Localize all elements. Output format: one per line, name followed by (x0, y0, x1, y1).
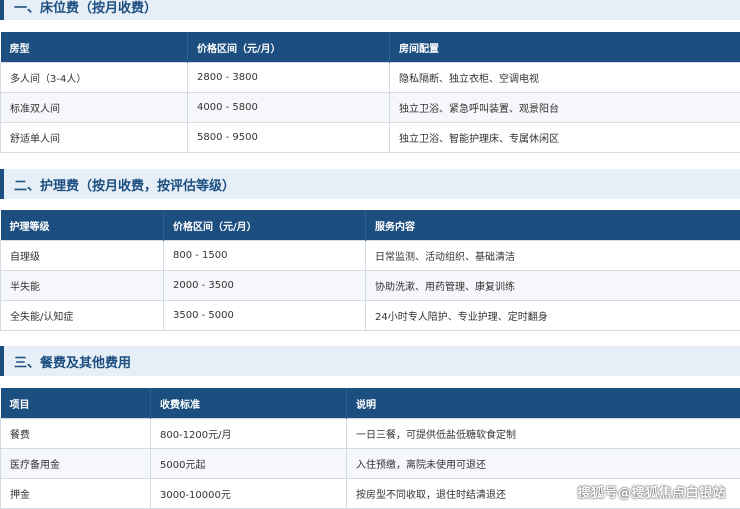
column-header: 房间配置 (390, 32, 740, 63)
section-title-text: 三、餐费及其他费用 (14, 352, 131, 371)
table-row: 自理级 800 - 1500 日常监测、活动组织、基础清洁 (1, 241, 740, 271)
table-cell: 800 - 1500 (164, 241, 366, 271)
table-row: 医疗备用金 5000元起 入住预缴，离院未使用可退还 (1, 449, 740, 479)
column-header: 护理等级 (1, 210, 164, 241)
table-cell: 半失能 (1, 271, 164, 301)
table-cell: 4000 - 5800 (188, 93, 390, 123)
table-cell: 日常监测、活动组织、基础清洁 (366, 241, 740, 271)
bed-fee-table: 房型 价格区间（元/月） 房间配置 多人间（3-4人） 2800 - 3800 … (0, 32, 740, 153)
care-fee-table: 护理等级 价格区间（元/月） 服务内容 自理级 800 - 1500 日常监测、… (0, 210, 740, 331)
table-cell: 独立卫浴、紧急呼叫装置、观景阳台 (390, 93, 740, 123)
column-header: 房型 (1, 32, 188, 63)
table-cell: 隐私隔断、独立衣柜、空调电视 (390, 63, 740, 93)
table-row: 舒适单人间 5800 - 9500 独立卫浴、智能护理床、专属休闲区 (1, 123, 740, 153)
table-header-row: 项目 收费标准 说明 (1, 388, 740, 419)
table-row: 全失能/认知症 3500 - 5000 24小时专人陪护、专业护理、定时翻身 (1, 301, 740, 331)
section-title-bed-fee: 一、床位费（按月收费） (0, 0, 740, 20)
table-row: 餐费 800-1200元/月 一日三餐，可提供低盐低糖软食定制 (1, 419, 740, 449)
table-row: 半失能 2000 - 3500 协助洗漱、用药管理、康复训练 (1, 271, 740, 301)
table-cell: 标准双人间 (1, 93, 188, 123)
table-cell: 全失能/认知症 (1, 301, 164, 331)
table-cell: 3500 - 5000 (164, 301, 366, 331)
table-cell: 舒适单人间 (1, 123, 188, 153)
column-header: 项目 (1, 388, 151, 419)
column-header: 服务内容 (366, 210, 740, 241)
column-header: 说明 (347, 388, 740, 419)
table-cell: 入住预缴，离院未使用可退还 (347, 449, 740, 479)
table-cell: 医疗备用金 (1, 449, 151, 479)
column-header: 价格区间（元/月） (188, 32, 390, 63)
table-cell: 2800 - 3800 (188, 63, 390, 93)
table-cell: 一日三餐，可提供低盐低糖软食定制 (347, 419, 740, 449)
column-header: 价格区间（元/月） (164, 210, 366, 241)
table-cell: 24小时专人陪护、专业护理、定时翻身 (366, 301, 740, 331)
table-row: 标准双人间 4000 - 5800 独立卫浴、紧急呼叫装置、观景阳台 (1, 93, 740, 123)
table-row: 多人间（3-4人） 2800 - 3800 隐私隔断、独立衣柜、空调电视 (1, 63, 740, 93)
section-title-care-fee: 二、护理费（按月收费，按评估等级） (0, 169, 740, 199)
table-cell: 2000 - 3500 (164, 271, 366, 301)
section-title-text: 一、床位费（按月收费） (14, 0, 157, 16)
section-title-text: 二、护理费（按月收费，按评估等级） (14, 175, 235, 194)
column-header: 收费标准 (151, 388, 347, 419)
table-header-row: 护理等级 价格区间（元/月） 服务内容 (1, 210, 740, 241)
watermark: 搜狐号@搜狐焦点白银站 (577, 482, 726, 501)
table-cell: 800-1200元/月 (151, 419, 347, 449)
table-cell: 自理级 (1, 241, 164, 271)
table-cell: 独立卫浴、智能护理床、专属休闲区 (390, 123, 740, 153)
table-cell: 餐费 (1, 419, 151, 449)
table-cell: 5000元起 (151, 449, 347, 479)
table-header-row: 房型 价格区间（元/月） 房间配置 (1, 32, 740, 63)
table-cell: 3000-10000元 (151, 479, 347, 509)
table-cell: 押金 (1, 479, 151, 509)
table-cell: 协助洗漱、用药管理、康复训练 (366, 271, 740, 301)
section-title-meal-other-fee: 三、餐费及其他费用 (0, 346, 740, 376)
table-cell: 5800 - 9500 (188, 123, 390, 153)
table-cell: 多人间（3-4人） (1, 63, 188, 93)
